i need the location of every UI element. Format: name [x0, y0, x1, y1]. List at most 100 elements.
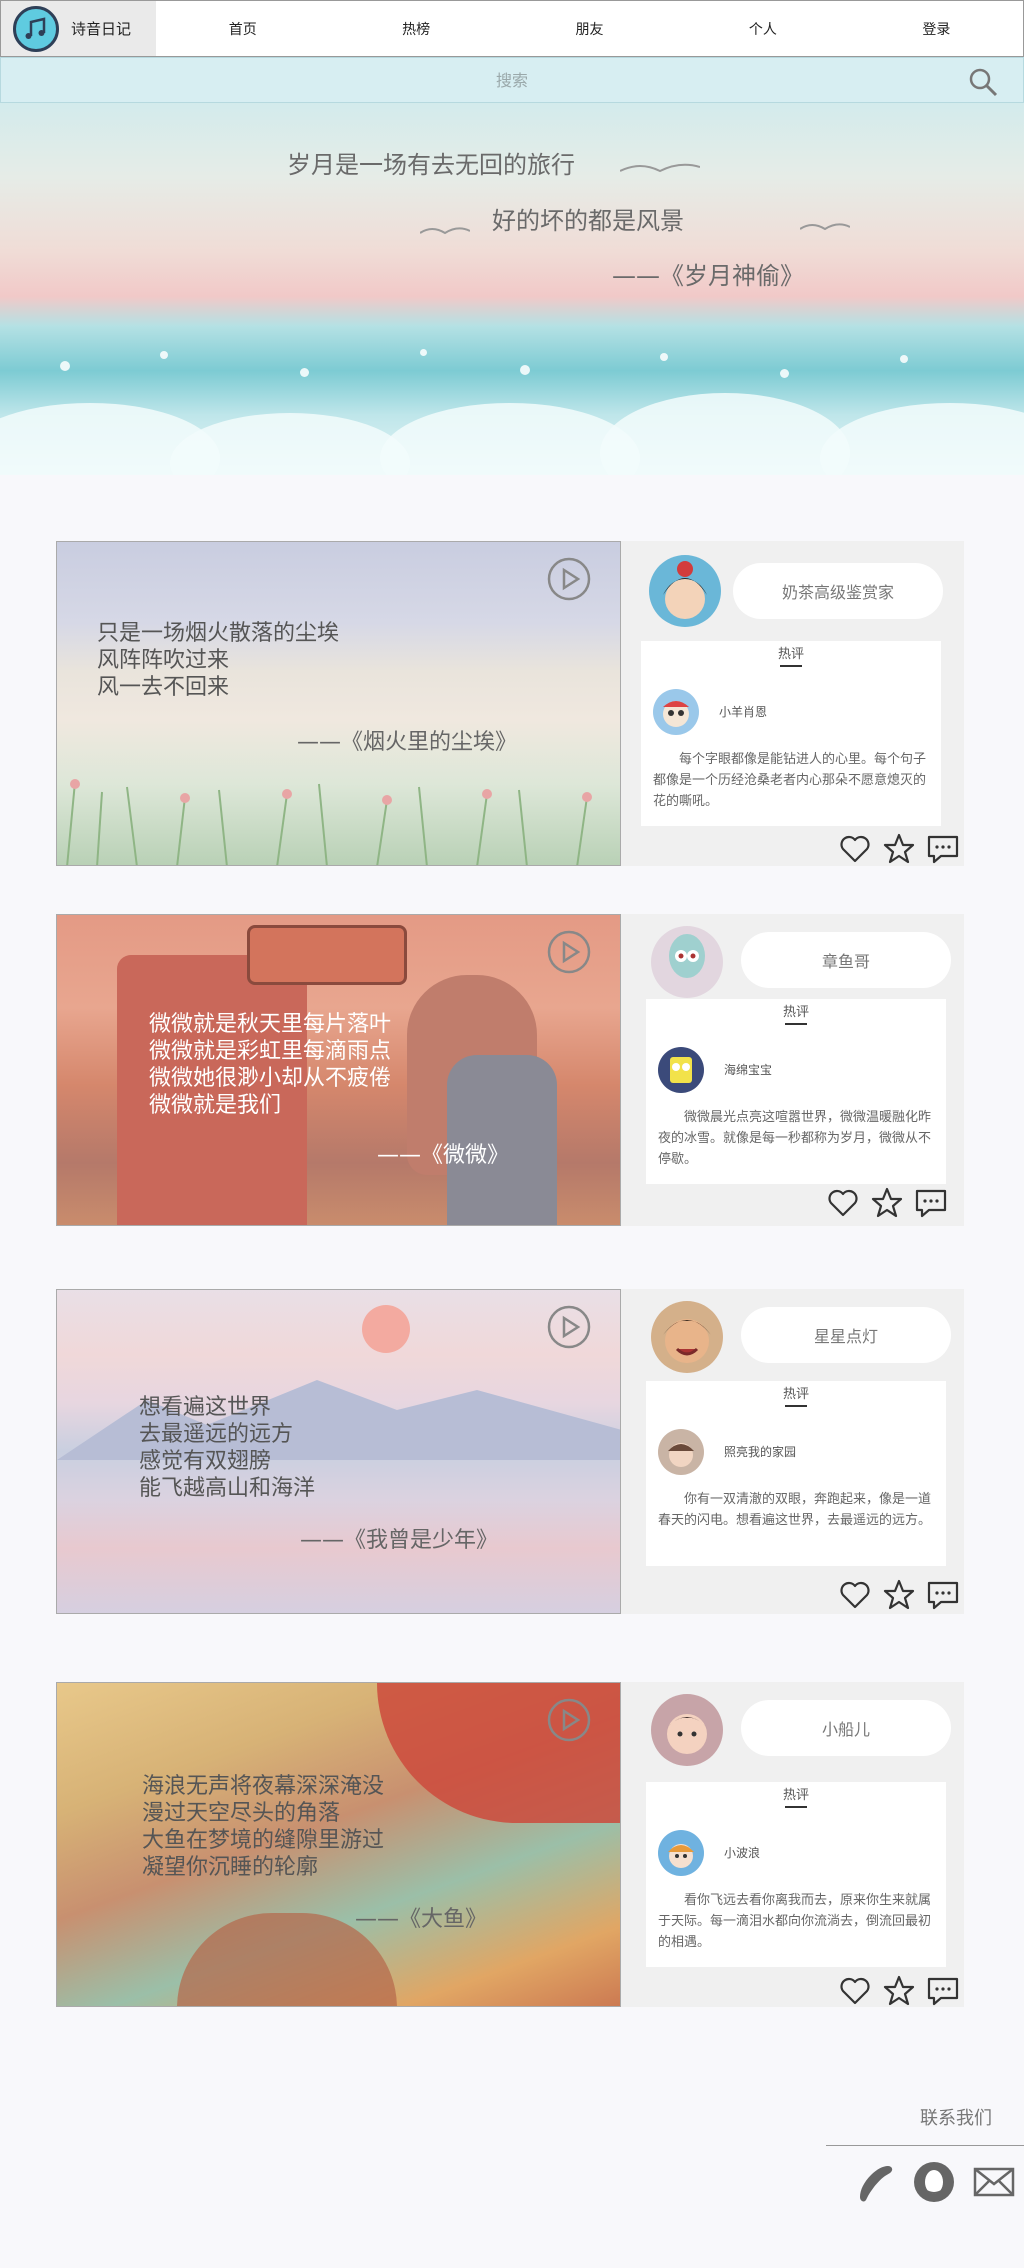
logo-text: 诗音日记 [71, 20, 132, 38]
hot-comment: 热评 小波浪 看你飞远去看你离我而去，原来你生来就属于天际。每一滴泪水都向你流淌… [646, 1782, 946, 1967]
comment-icon[interactable] [926, 1578, 960, 1612]
poem-line: 感觉有双翅膀 [139, 1449, 272, 1474]
search-input[interactable] [212, 70, 812, 90]
avatar[interactable] [651, 1694, 723, 1766]
hero-line-2: 好的坏的都是风景 [492, 207, 684, 235]
qq-icon[interactable] [912, 2160, 956, 2204]
poem-text: 海浪无声将夜幕深深淹没 漫过天空尽头的角落 大鱼在梦境的缝隙里游过 凝望你沉睡的… [142, 1773, 384, 1881]
poem-text: 微微就是秋天里每片落叶 微微就是彩虹里每滴雨点 微微她很渺小却从不疲倦 微微就是… [149, 1011, 391, 1119]
avatar[interactable] [651, 926, 723, 998]
commenter-avatar[interactable] [653, 689, 699, 735]
hot-comment-label: 热评 [777, 647, 804, 662]
contact-us-link[interactable]: 联系我们 [920, 2104, 992, 2130]
poem-text: 只是一场烟火散落的尘埃 风阵阵吹过来 风一去不回来 [97, 620, 339, 701]
poem-source: ——《烟火里的尘埃》 [297, 730, 518, 755]
poem-line: 能飞越高山和海洋 [139, 1476, 316, 1501]
hot-comment: 热评 照亮我的家园 你有一双清澈的双眼，奔跑起来，像是一道春天的闪电。想看遍这世… [646, 1381, 946, 1566]
username-pill[interactable]: 星星点灯 [741, 1307, 951, 1363]
commenter-avatar[interactable] [658, 1047, 704, 1093]
mail-icon[interactable] [972, 2160, 1016, 2204]
poem-line: 风阵阵吹过来 [97, 648, 230, 673]
poem-art: 海浪无声将夜幕深深淹没 漫过天空尽头的角落 大鱼在梦境的缝隙里游过 凝望你沉睡的… [56, 1682, 621, 2007]
play-icon[interactable] [546, 556, 592, 602]
logo[interactable]: 诗音日记 [1, 1, 156, 56]
poem-line: 海浪无声将夜幕深深淹没 [142, 1774, 385, 1799]
commenter-name[interactable]: 小波浪 [724, 1844, 760, 1861]
username-pill[interactable]: 章鱼哥 [741, 932, 951, 988]
poem-text: 想看遍这世界 去最遥远的远方 感觉有双翅膀 能飞越高山和海洋 [139, 1394, 315, 1502]
poem-line: 想看遍这世界 [139, 1395, 272, 1420]
play-icon[interactable] [546, 1697, 592, 1743]
poem-line: 大鱼在梦境的缝隙里游过 [142, 1828, 385, 1853]
commenter-name[interactable]: 小羊肖恩 [719, 703, 767, 720]
post-actions [838, 832, 960, 866]
comment-icon[interactable] [914, 1186, 948, 1220]
play-icon[interactable] [546, 929, 592, 975]
poem-line: 去最遥远的远方 [139, 1422, 294, 1447]
post-card: 微微就是秋天里每片落叶 微微就是彩虹里每滴雨点 微微她很渺小却从不疲倦 微微就是… [56, 914, 964, 1226]
star-icon[interactable] [870, 1186, 904, 1220]
commenter-avatar[interactable] [658, 1429, 704, 1475]
poem-line: 微微就是我们 [149, 1093, 282, 1118]
bird-icon [800, 223, 850, 231]
commenter-name[interactable]: 海绵宝宝 [724, 1061, 772, 1078]
commenter-avatar[interactable] [658, 1830, 704, 1876]
post-sidebar: 星星点灯 热评 照亮我的家园 你有一双清澈的双眼，奔跑起来，像是一道春天的闪电。… [621, 1289, 964, 1614]
post-actions [838, 1578, 960, 1612]
nav-hot-list[interactable]: 热榜 [329, 19, 502, 39]
play-icon[interactable] [546, 1304, 592, 1350]
comment-text: 你有一双清澈的双眼，奔跑起来，像是一道春天的闪电。想看遍这世界，去最遥远的远方。 [658, 1492, 932, 1528]
bird-icon [620, 163, 700, 173]
hot-comment-label: 热评 [782, 1788, 809, 1803]
hot-divider [785, 1806, 807, 1808]
commenter-name[interactable]: 照亮我的家园 [724, 1443, 796, 1460]
post-sidebar: 奶茶高级鉴赏家 热评 小羊肖恩 每个字眼都像是能钻进人的心里。每个句子都像是一个… [621, 541, 964, 866]
poem-line: 微微就是彩虹里每滴雨点 [149, 1039, 392, 1064]
like-icon[interactable] [838, 1974, 872, 2008]
poem-line: 微微她很渺小却从不疲倦 [149, 1066, 392, 1091]
music-note-icon [13, 5, 59, 52]
poem-line: 漫过天空尽头的角落 [142, 1801, 341, 1826]
poem-line: 风一去不回来 [97, 675, 230, 700]
nav-personal[interactable]: 个人 [676, 19, 849, 39]
star-icon[interactable] [882, 1578, 916, 1612]
post-card: 只是一场烟火散落的尘埃 风阵阵吹过来 风一去不回来 ——《烟火里的尘埃》 奶茶高… [56, 541, 964, 866]
phone-icon[interactable] [854, 2160, 898, 2204]
search-bar [0, 57, 1024, 103]
post-actions [838, 1974, 960, 2008]
poem-line: 只是一场烟火散落的尘埃 [97, 621, 340, 646]
username-pill[interactable]: 小船儿 [741, 1700, 951, 1756]
hero-source: ——《岁月神偷》 [612, 262, 804, 290]
hot-comment: 热评 小羊肖恩 每个字眼都像是能钻进人的心里。每个句子都像是一个历经沧桑老者内心… [641, 641, 941, 826]
hot-comment-label: 热评 [782, 1387, 809, 1402]
hot-divider [780, 665, 802, 667]
poem-line: 微微就是秋天里每片落叶 [149, 1012, 392, 1037]
search-icon[interactable] [967, 66, 999, 98]
footer-divider [826, 2145, 1024, 2146]
post-actions [826, 1186, 948, 1220]
username-pill[interactable]: 奶茶高级鉴赏家 [733, 563, 943, 619]
poem-source: ——《大鱼》 [355, 1907, 488, 1932]
comment-icon[interactable] [926, 1974, 960, 2008]
hot-comment-label: 热评 [782, 1005, 809, 1020]
comment-text: 每个字眼都像是能钻进人的心里。每个句子都像是一个历经沧桑老者内心那朵不愿意熄灭的… [653, 752, 927, 809]
like-icon[interactable] [838, 832, 872, 866]
bird-icon [420, 227, 470, 235]
top-nav: 诗音日记 首页 热榜 朋友 个人 登录 [0, 0, 1024, 57]
star-icon[interactable] [882, 832, 916, 866]
avatar[interactable] [649, 555, 721, 627]
poem-source: ——《微微》 [377, 1143, 510, 1168]
nav-home[interactable]: 首页 [156, 19, 329, 39]
comment-icon[interactable] [926, 832, 960, 866]
like-icon[interactable] [838, 1578, 872, 1612]
star-icon[interactable] [882, 1974, 916, 2008]
nav-friends[interactable]: 朋友 [503, 19, 676, 39]
post-sidebar: 小船儿 热评 小波浪 看你飞远去看你离我而去，原来你生来就属于天际。每一滴泪水都… [621, 1682, 964, 2007]
avatar[interactable] [651, 1301, 723, 1373]
nav-login[interactable]: 登录 [850, 19, 1023, 39]
comment-text: 微微晨光点亮这喧嚣世界，微微温暖融化昨夜的冰雪。就像是每一秒都称为岁月，微微从不… [658, 1110, 932, 1167]
post-card: 想看遍这世界 去最遥远的远方 感觉有双翅膀 能飞越高山和海洋 ——《我曾是少年》… [56, 1289, 964, 1614]
poem-art: 想看遍这世界 去最遥远的远方 感觉有双翅膀 能飞越高山和海洋 ——《我曾是少年》 [56, 1289, 621, 1614]
like-icon[interactable] [826, 1186, 860, 1220]
comment-text: 看你飞远去看你离我而去，原来你生来就属于天际。每一滴泪水都向你流淌去，倒流回最初… [658, 1893, 932, 1950]
